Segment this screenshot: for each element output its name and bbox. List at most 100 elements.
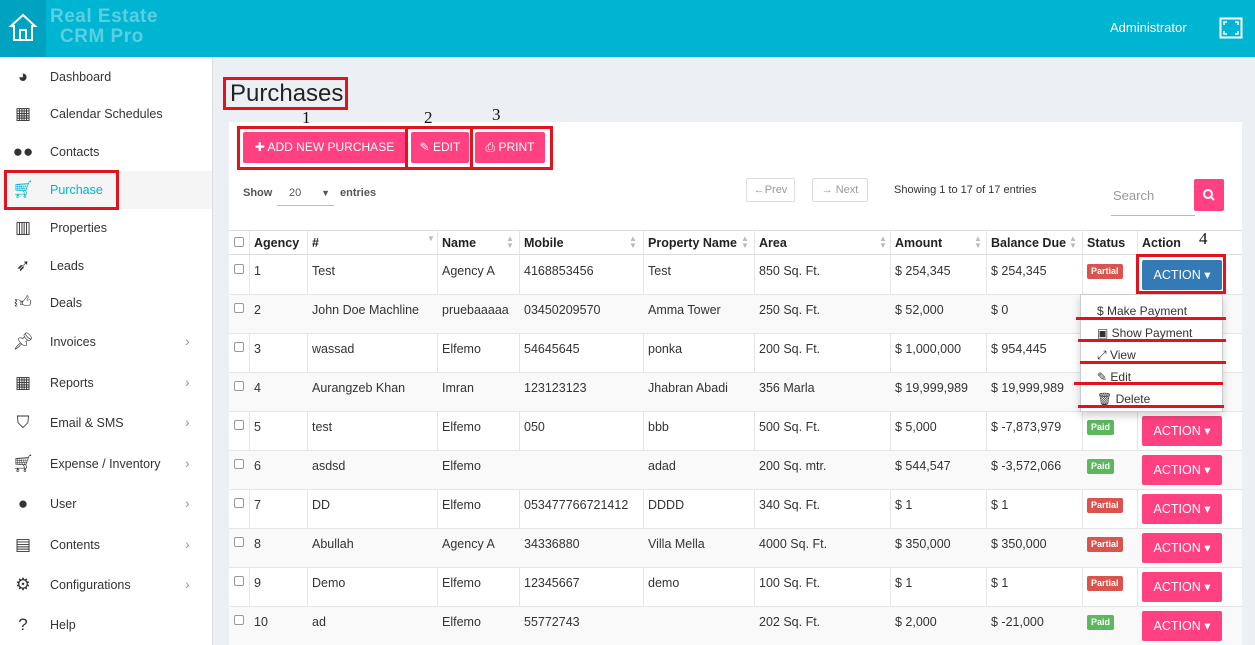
user-name[interactable]: Administrator — [1110, 20, 1187, 35]
rocket-icon: ➶ — [15, 256, 31, 275]
cell-amount: $ 1 — [895, 498, 913, 512]
select-all-checkbox[interactable] — [234, 237, 244, 247]
annotation-divider — [470, 126, 473, 170]
cell-area: 500 Sq. Ft. — [759, 420, 821, 434]
dropdown-item-show-payment[interactable]: ▣ Show Payment — [1097, 326, 1192, 340]
expand-icon: ⤢ — [1097, 348, 1110, 362]
search-button[interactable] — [1194, 179, 1224, 211]
dropdown-item-make-payment[interactable]: $ Make Payment — [1097, 304, 1187, 318]
row-checkbox[interactable] — [234, 615, 244, 625]
column-header-agency[interactable]: Agency — [254, 236, 299, 250]
row-checkbox[interactable] — [234, 459, 244, 469]
cell-name: Agency A — [442, 537, 495, 551]
cell-area: 850 Sq. Ft. — [759, 264, 821, 278]
cell-balance-due: $ -3,572,066 — [991, 459, 1062, 473]
cell-agency: 4 — [254, 381, 261, 395]
cell-property-name: Test — [648, 264, 671, 278]
sidebar-item-dashboard[interactable]: ◕ Dashboard — [0, 58, 212, 96]
sidebar-item-calendar[interactable]: ▦ Calendar Schedules — [0, 95, 212, 133]
action-button[interactable]: ACTION ▾ — [1142, 572, 1222, 602]
logo[interactable] — [0, 0, 46, 57]
column-header-property-name[interactable]: Property Name — [648, 236, 737, 250]
caret-down-icon: ▾ — [1200, 541, 1211, 555]
table-row[interactable]: 6 asdsd Elfemo adad 200 Sq. mtr. $ 544,547 $ -… — [229, 451, 1242, 490]
sidebar-item-user[interactable]: ● User › — [0, 485, 212, 523]
column-header-number[interactable]: # — [312, 236, 319, 250]
table-row[interactable]: 9 Demo Elfemo 12345667 demo 100 Sq. Ft. $ 1 $ 1… — [229, 568, 1242, 607]
sidebar-item-invoices[interactable]: 📌︎ Invoices › — [0, 323, 212, 361]
cell-number: Aurangzeb Khan — [312, 381, 406, 395]
row-checkbox[interactable] — [234, 498, 244, 508]
annotation-box-title — [223, 77, 348, 110]
cell-balance-due: $ 1 — [991, 498, 1009, 512]
annotation-underline — [1074, 382, 1223, 385]
chevron-right-icon: › — [185, 455, 190, 471]
sort-down-icon: ▼ — [427, 234, 435, 243]
column-header-status[interactable]: Status — [1087, 236, 1125, 250]
row-checkbox[interactable] — [234, 342, 244, 352]
sidebar-item-expense-inventory[interactable]: 🛒︎ Expense / Inventory › — [0, 445, 212, 483]
table-header: Agency # Name Mobile Property Name Area … — [229, 230, 1242, 255]
sidebar-item-reports[interactable]: ▦ Reports › — [0, 364, 212, 402]
cell-number: asdsd — [312, 459, 346, 473]
column-header-area[interactable]: Area — [759, 236, 787, 250]
cell-agency: 3 — [254, 342, 261, 356]
page-size-select[interactable]: 20 ▼ — [277, 182, 334, 206]
cell-agency: 6 — [254, 459, 261, 473]
next-button[interactable]: → Next — [812, 178, 868, 202]
sidebar-item-deals[interactable]: 👍︎ Deals — [0, 284, 212, 322]
row-checkbox[interactable] — [234, 264, 244, 274]
prev-button[interactable]: ←Prev — [746, 178, 795, 202]
dropdown-item-delete[interactable]: 🗑︎ Delete — [1097, 392, 1150, 406]
cell-mobile: 54645645 — [524, 342, 580, 356]
column-header-name[interactable]: Name — [442, 236, 476, 250]
cell-agency: 2 — [254, 303, 261, 317]
cell-mobile: 123123123 — [524, 381, 587, 395]
action-button[interactable]: ACTION ▾ — [1142, 494, 1222, 524]
sidebar-item-contacts[interactable]: ●● Contacts — [0, 133, 212, 171]
annotation-divider — [405, 126, 408, 170]
table-row[interactable]: 1 Test Agency A 4168853456 Test 850 Sq. Ft. $ … — [229, 256, 1242, 295]
cell-name: Elfemo — [442, 420, 481, 434]
sidebar-item-leads[interactable]: ➶ Leads — [0, 247, 212, 285]
cart-icon: 🛒︎ — [12, 454, 34, 473]
users-icon: ●● — [12, 142, 34, 161]
entries-label: entries — [340, 187, 377, 199]
table-row[interactable]: 5 test Elfemo 050 bbb 500 Sq. Ft. $ 5,000 $ -7,… — [229, 412, 1242, 451]
fullscreen-icon[interactable] — [1219, 17, 1243, 39]
table-row[interactable]: 10 ad Elfemo 55772743 202 Sq. Ft. $ 2,000 $ -2… — [229, 607, 1242, 645]
top-header: Real Estate CRM Pro Administrator — [0, 0, 1255, 57]
column-header-balance-due[interactable]: Balance Due — [991, 236, 1066, 250]
sidebar-item-contents[interactable]: ▤ Contents › — [0, 526, 212, 564]
sidebar-item-configurations[interactable]: ⚙ Configurations › — [0, 566, 212, 604]
action-button[interactable]: ACTION ▾ — [1142, 416, 1222, 446]
cell-mobile: 34336880 — [524, 537, 580, 551]
caret-down-icon: ▾ — [1200, 424, 1211, 438]
action-button[interactable]: ACTION ▾ — [1142, 611, 1222, 641]
brand-name: Real Estate CRM Pro — [50, 6, 158, 47]
cell-balance-due: $ 350,000 — [991, 537, 1047, 551]
table-row[interactable]: 8 Abullah Agency A 34336880 Villa Mella 4000 … — [229, 529, 1242, 568]
sidebar-item-help[interactable]: ? Help — [0, 606, 212, 644]
sidebar-item-email-sms[interactable]: ⛉ Email & SMS › — [0, 404, 212, 442]
action-button[interactable]: ACTION ▾ — [1142, 455, 1222, 485]
row-checkbox[interactable] — [234, 303, 244, 313]
cell-name: Elfemo — [442, 576, 481, 590]
row-checkbox[interactable] — [234, 537, 244, 547]
row-checkbox[interactable] — [234, 381, 244, 391]
cell-agency: 9 — [254, 576, 261, 590]
action-button[interactable]: ACTION ▾ — [1142, 533, 1222, 563]
cell-name: Elfemo — [442, 459, 481, 473]
search-input[interactable]: Search — [1111, 180, 1195, 216]
row-checkbox[interactable] — [234, 420, 244, 430]
cell-amount: $ 544,547 — [895, 459, 951, 473]
cell-amount: $ 1 — [895, 576, 913, 590]
cell-amount: $ 2,000 — [895, 615, 937, 629]
table-row[interactable]: 7 DD Elfemo 053477766721412 DDDD 340 Sq. Ft. $… — [229, 490, 1242, 529]
building-icon: ▥ — [14, 218, 32, 237]
sidebar-item-properties[interactable]: ▥ Properties — [0, 209, 212, 247]
row-checkbox[interactable] — [234, 576, 244, 586]
column-header-mobile[interactable]: Mobile — [524, 236, 564, 250]
cell-name: Elfemo — [442, 342, 481, 356]
column-header-amount[interactable]: Amount — [895, 236, 942, 250]
